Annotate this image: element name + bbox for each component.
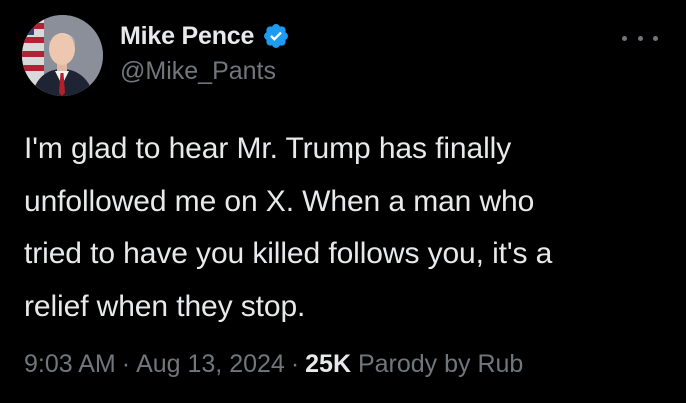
tweet-text: I'm glad to hear Mr. Trump has finally u… (24, 123, 664, 333)
tweet-card: Mike Pence @Mike_Pants I'm glad to hear … (0, 0, 686, 403)
handle[interactable]: @Mike_Pants (120, 57, 290, 86)
tweet-line: I'm glad to hear Mr. Trump has finally (24, 132, 512, 165)
dot (637, 35, 643, 41)
display-name[interactable]: Mike Pence (120, 22, 254, 51)
tweet-line: relief when they stop. (24, 289, 306, 323)
name-row: Mike Pence (120, 19, 290, 53)
avatar-image (22, 15, 103, 96)
parody-label: Parody by Rub (357, 350, 524, 378)
meta-separator: · (121, 350, 131, 378)
tweet-date[interactable]: Aug 13, 2024 (136, 350, 285, 378)
tweet-header: Mike Pence @Mike_Pants (120, 19, 290, 86)
tweet-line: unfollowed me on X. When a man who (24, 184, 535, 218)
tweet-meta: 9:03 AM · Aug 13, 2024 · 25K Parody by Rub (24, 350, 523, 379)
meta-separator: · (290, 350, 300, 378)
more-options-icon[interactable] (622, 30, 658, 46)
avatar[interactable] (22, 15, 103, 96)
tweet-line: tried to have you killed follows you, it… (24, 237, 553, 270)
dot (653, 35, 658, 41)
tweet-time[interactable]: 9:03 AM (24, 350, 116, 378)
view-count[interactable]: 25K (305, 350, 351, 378)
verified-badge-icon[interactable] (262, 22, 290, 50)
dot (622, 35, 627, 41)
